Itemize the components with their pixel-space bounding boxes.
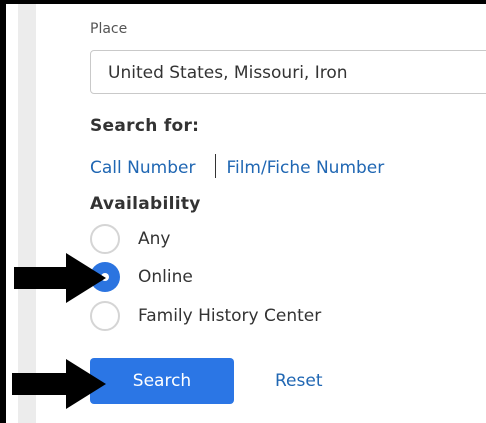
arrow-right-icon xyxy=(14,253,106,303)
radio-family-history-center-label: Family History Center xyxy=(138,306,322,326)
link-separator xyxy=(215,154,217,178)
search-for-heading: Search for: xyxy=(90,116,200,136)
radio-any[interactable] xyxy=(90,224,120,254)
radio-online-label: Online xyxy=(138,267,193,287)
place-input[interactable]: United States, Missouri, Iron xyxy=(90,50,486,94)
place-input-value: United States, Missouri, Iron xyxy=(108,63,348,83)
reset-link[interactable]: Reset xyxy=(275,371,323,391)
place-label: Place xyxy=(90,21,128,37)
availability-heading: Availability xyxy=(90,194,201,214)
search-for-links: Call Number Film/Fiche Number xyxy=(90,154,384,178)
search-button[interactable]: Search xyxy=(90,358,234,404)
call-number-link[interactable]: Call Number xyxy=(90,158,195,178)
radio-family-history-center[interactable] xyxy=(90,301,120,331)
arrow-right-icon xyxy=(12,359,106,409)
radio-any-label: Any xyxy=(138,229,171,249)
availability-option-family-history-center[interactable]: Family History Center xyxy=(90,300,321,332)
film-fiche-number-link[interactable]: Film/Fiche Number xyxy=(226,158,384,178)
